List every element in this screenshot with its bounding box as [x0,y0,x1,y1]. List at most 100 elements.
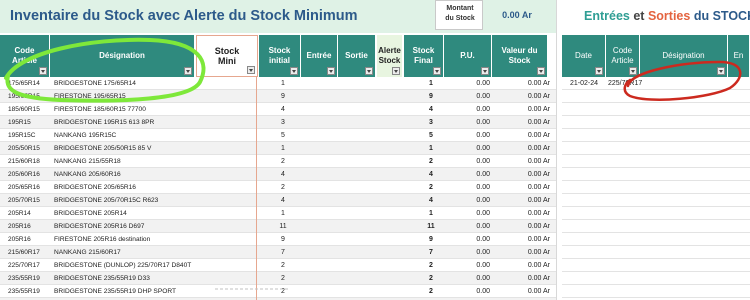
stock-final-cell[interactable]: 2 [415,181,447,194]
table-row[interactable]: 215/60R17 NANKANG 215/60R17 7 7 0.00 0.00 Ar [0,246,556,259]
header-pu[interactable]: P.U. [444,35,492,77]
header-entree-right[interactable]: En [728,35,750,77]
unit-price-cell[interactable]: 0.00 [448,116,490,129]
unit-price-cell[interactable]: 0.00 [448,220,490,233]
stock-initial-cell[interactable]: 9 [266,233,300,246]
code-article-cell[interactable]: 195R15C [8,129,50,142]
stock-value-cell[interactable]: 0.00 Ar [496,259,550,272]
stock-value-cell[interactable]: 0.00 Ar [496,207,550,220]
designation-cell[interactable]: BRIDGESTONE 205/50R15 85 V [50,142,196,155]
unit-price-cell[interactable]: 0.00 [448,272,490,285]
stock-value-cell[interactable]: 0.00 Ar [496,233,550,246]
designation-cell[interactable]: FIRESTONE 195/65R15 [50,90,196,103]
filter-dropdown-icon[interactable] [717,67,725,75]
stock-mini-cell[interactable] [195,220,257,233]
stock-final-cell[interactable]: 1 [415,207,447,220]
stock-final-cell[interactable]: 2 [415,259,447,272]
stock-mini-cell[interactable] [195,207,257,220]
designation-cell[interactable]: BRIDGESTONE 205/65R16 [50,181,196,194]
stock-mini-cell[interactable] [195,142,257,155]
table-row[interactable]: 185/60R15 FIRESTONE 185/60R15 77700 4 4 0.00… [0,103,556,116]
code-article-cell[interactable]: 205/50R15 [8,142,50,155]
header-stock-final[interactable]: Stock Final [404,35,444,77]
table-row[interactable]: 215/60R18 NANKANG 215/55R18 2 2 0.00 0.00 Ar [0,155,556,168]
filter-dropdown-icon[interactable] [433,67,441,75]
header-sortie[interactable]: Sortie [338,35,376,77]
header-stock-mini[interactable]: Stock Mini [196,35,258,77]
code-article-cell[interactable]: 205/65R16 [8,181,50,194]
designation-cell[interactable]: BRIDGESTONE 175/65R14 [50,77,196,90]
stock-mini-cell[interactable] [195,103,257,116]
stock-initial-cell[interactable]: 5 [266,129,300,142]
header-valeur-stock[interactable]: Valeur du Stock [492,35,548,77]
stock-value-cell[interactable]: 0.00 Ar [496,129,550,142]
designation-cell[interactable]: BRIDGESTONE 235/55R19 D33 [50,272,196,285]
designation-cell[interactable]: NANKANG 215/55R18 [50,155,196,168]
stock-initial-cell[interactable]: 9 [266,90,300,103]
stock-initial-cell[interactable]: 4 [266,103,300,116]
stock-final-cell[interactable]: 11 [415,220,447,233]
stock-initial-cell[interactable]: 3 [266,116,300,129]
stock-value-cell[interactable]: 0.00 Ar [496,155,550,168]
designation-cell[interactable]: BRIDGESTONE 205/70R15C R623 [50,194,196,207]
stock-final-cell[interactable]: 5 [415,129,447,142]
stock-mini-cell[interactable] [195,77,257,90]
code-article-cell[interactable]: 215/60R17 [8,246,50,259]
unit-price-cell[interactable]: 0.00 [448,246,490,259]
table-row[interactable]: 195R15 BRIDGESTONE 195R15 613 8PR 3 3 0.00 0.… [0,116,556,129]
header-date[interactable]: Date [562,35,606,77]
unit-price-cell[interactable]: 0.00 [448,285,490,298]
unit-price-cell[interactable]: 0.00 [448,142,490,155]
unit-price-cell[interactable]: 0.00 [448,259,490,272]
stock-value-cell[interactable]: 0.00 Ar [496,194,550,207]
stock-initial-cell[interactable]: 2 [266,181,300,194]
code-article-cell[interactable]: 205R16 [8,233,50,246]
filter-dropdown-icon[interactable] [365,67,373,75]
stock-final-cell[interactable]: 3 [415,116,447,129]
table-row[interactable]: 225/70R17 BRIDGESTONE (DUNLOP) 225/70R17 … [0,259,556,272]
stock-value-cell[interactable]: 0.00 Ar [496,272,550,285]
code-article-cell[interactable]: 205R16 [8,220,50,233]
stock-final-cell[interactable]: 2 [415,155,447,168]
filter-dropdown-icon[interactable] [290,67,298,75]
unit-price-cell[interactable]: 0.00 [448,155,490,168]
unit-price-cell[interactable]: 0.00 [448,103,490,116]
unit-price-cell[interactable]: 0.00 [448,168,490,181]
table-row[interactable]: 195R15C NANKANG 195R15C 5 5 0.00 0.00 Ar [0,129,556,142]
header-code-article-right[interactable]: Code Article [606,35,640,77]
stock-initial-cell[interactable]: 7 [266,246,300,259]
filter-dropdown-icon[interactable] [481,67,489,75]
unit-price-cell[interactable]: 0.00 [448,77,490,90]
table-row[interactable]: 195/65R15 FIRESTONE 195/65R15 9 9 0.00 0.00 A… [0,90,556,103]
designation-cell[interactable]: NANKANG 215/60R17 [50,246,196,259]
stock-initial-cell[interactable]: 2 [266,285,300,298]
filter-dropdown-icon[interactable] [595,67,603,75]
stock-mini-cell[interactable] [195,246,257,259]
designation-cell[interactable]: BRIDGESTONE 195R15 613 8PR [50,116,196,129]
code-article-cell[interactable]: 205/60R16 [8,168,50,181]
designation-cell[interactable]: BRIDGESTONE 205R14 [50,207,196,220]
table-row[interactable]: 205/65R16 BRIDGESTONE 205/65R16 2 2 0.00 0.00… [0,181,556,194]
stock-value-cell[interactable]: 0.00 Ar [496,103,550,116]
designation-cell[interactable]: FIRESTONE 185/60R15 77700 [50,103,196,116]
stock-final-cell[interactable]: 4 [415,103,447,116]
stock-initial-cell[interactable]: 1 [266,207,300,220]
code-article-cell[interactable]: 175/65R14 [8,77,50,90]
table-row[interactable]: 235/55R19 BRIDGESTONE 235/55R19 DHP SPORT… [0,285,556,298]
stock-value-cell[interactable]: 0.00 Ar [496,77,550,90]
unit-price-cell[interactable]: 0.00 [448,181,490,194]
filter-dropdown-icon[interactable] [392,67,400,75]
designation-cell[interactable]: FIRESTONE 205R16 destination [50,233,196,246]
stock-mini-cell[interactable] [195,233,257,246]
designation-cell[interactable]: BRIDGESTONE 235/55R19 DHP SPORT [50,285,196,298]
table-row[interactable]: 205R16 BRIDGESTONE 205R16 D697 11 11 0.00 0.0… [0,220,556,233]
header-stock-initial[interactable]: Stock initial [259,35,301,77]
stock-final-cell[interactable]: 9 [415,233,447,246]
stock-initial-cell[interactable]: 2 [266,155,300,168]
code-article-cell[interactable]: 205R14 [8,207,50,220]
stock-mini-cell[interactable] [195,181,257,194]
stock-value-cell[interactable]: 0.00 Ar [496,142,550,155]
table-row[interactable]: 175/65R14 BRIDGESTONE 175/65R14 1 1 0.00 0.00… [0,77,556,90]
code-article-cell[interactable]: 225/70R17 [8,259,50,272]
stock-initial-cell[interactable]: 1 [266,142,300,155]
